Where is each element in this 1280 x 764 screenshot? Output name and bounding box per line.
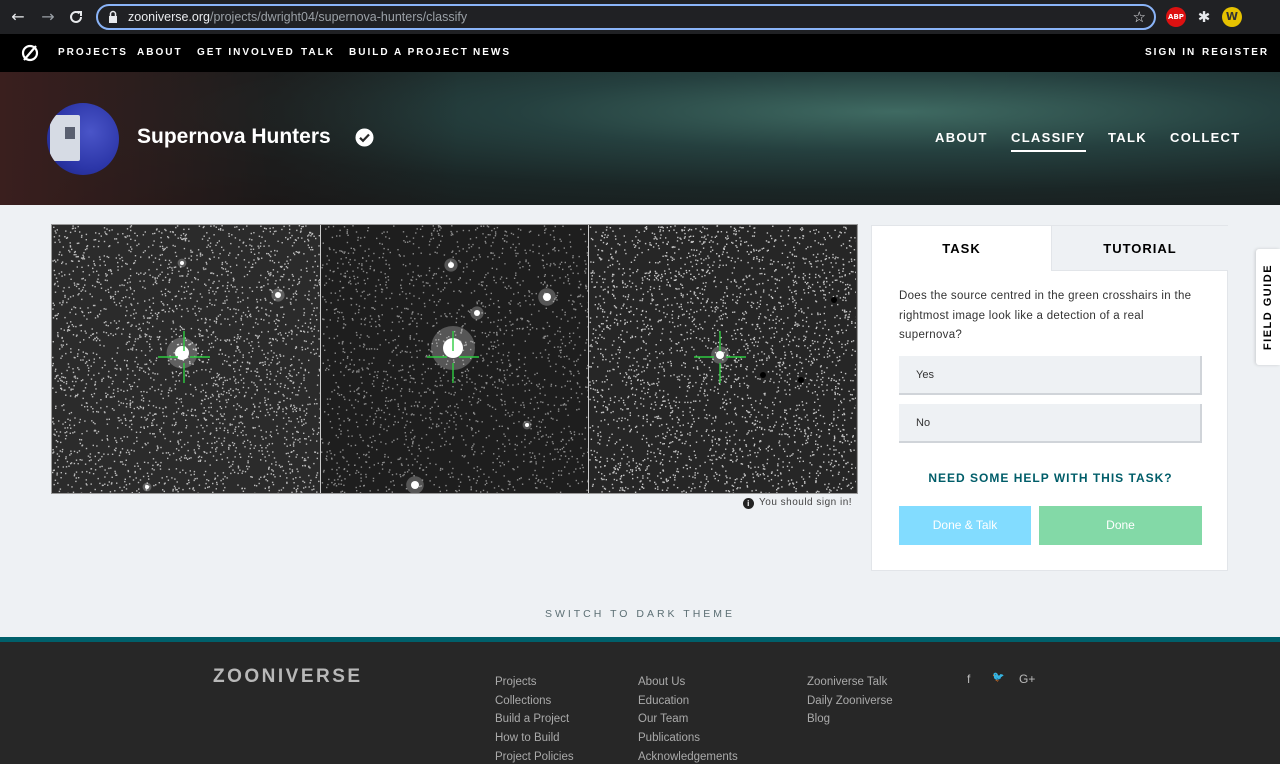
subject-image-new[interactable] [52, 225, 320, 493]
footer-link[interactable]: Daily Zooniverse [807, 692, 893, 711]
subject-image-reference[interactable] [320, 225, 588, 493]
nav-news[interactable]: NEWS [473, 47, 511, 58]
project-avatar[interactable] [47, 103, 119, 175]
subject-image-new-svg [52, 225, 320, 493]
nav-about[interactable]: ABOUT [137, 47, 183, 58]
field-guide-label: FIELD GUIDE [1262, 263, 1274, 351]
register-link[interactable]: REGISTER [1202, 47, 1269, 58]
subject-image-difference[interactable] [588, 225, 856, 493]
footer-link[interactable]: Build a Project [495, 710, 574, 729]
nav-projects[interactable]: PROJECTS [58, 47, 128, 58]
twitter-icon[interactable]: 🐦 [992, 672, 1004, 683]
footer-link[interactable]: About Us [638, 673, 738, 692]
zooniverse-logo-icon[interactable] [20, 43, 40, 63]
address-bar[interactable]: zooniverse.org/projects/dwright04/supern… [96, 4, 1156, 30]
browser-toolbar: ← → zooniverse.org/projects/dwright04/su… [0, 0, 1280, 34]
reload-icon[interactable] [66, 7, 86, 27]
footer-link[interactable]: Collections [495, 692, 574, 711]
subject-image-reference-svg [321, 225, 588, 493]
sign-in-link[interactable]: SIGN IN [1145, 47, 1196, 58]
footer-column-about: About Us Education Our Team Publications… [638, 673, 738, 764]
nav-build-a-project[interactable]: BUILD A PROJECT [349, 47, 469, 58]
footer-link[interactable]: How to Build [495, 729, 574, 748]
tab-task[interactable]: TASK [872, 226, 1051, 271]
project-nav-about[interactable]: ABOUT [935, 130, 988, 145]
footer-link[interactable]: Projects [495, 673, 574, 692]
project-nav-collect[interactable]: COLLECT [1170, 130, 1240, 145]
forward-icon[interactable]: → [38, 7, 58, 27]
adblock-extension-icon[interactable]: ABP [1166, 7, 1186, 27]
w-extension-icon[interactable]: W [1222, 7, 1242, 27]
done-and-talk-button[interactable]: Done & Talk [899, 506, 1031, 545]
answer-yes-button[interactable]: Yes [899, 356, 1202, 395]
url-text: zooniverse.org/projects/dwright04/supern… [128, 10, 468, 24]
facebook-icon[interactable]: f [967, 672, 970, 686]
site-nav: PROJECTS ABOUT GET INVOLVED TALK BUILD A… [0, 34, 1280, 72]
field-guide-tab[interactable]: FIELD GUIDE [1256, 249, 1280, 365]
task-help-link[interactable]: NEED SOME HELP WITH THIS TASK? [872, 471, 1229, 485]
footer-link[interactable]: Blog [807, 710, 893, 729]
footer-logo[interactable]: ZOONIVERSE [213, 666, 363, 688]
back-icon[interactable]: ← [8, 7, 28, 27]
footer-link[interactable]: Zooniverse Talk [807, 673, 893, 692]
google-plus-icon[interactable]: G+ [1019, 672, 1035, 686]
lock-icon [109, 10, 117, 23]
tab-tutorial[interactable]: TUTORIAL [1051, 226, 1228, 271]
footer-link[interactable]: Our Team [638, 710, 738, 729]
subject-image-difference-svg [589, 225, 856, 493]
site-footer: ZOONIVERSE Projects Collections Build a … [0, 637, 1280, 764]
project-nav-talk[interactable]: TALK [1108, 130, 1147, 145]
nav-talk[interactable]: TALK [301, 47, 335, 58]
project-title[interactable]: Supernova Hunters [137, 125, 331, 149]
task-panel: TASK TUTORIAL Does the source centred in… [871, 225, 1228, 571]
bookmark-star-icon[interactable]: ☆ [1133, 8, 1146, 26]
footer-link[interactable]: Acknowledgements [638, 748, 738, 764]
sign-in-note: i You should sign in! [743, 497, 852, 509]
footer-link[interactable]: Education [638, 692, 738, 711]
puzzle-extension-icon[interactable]: ✱ [1194, 7, 1214, 27]
project-header: Supernova Hunters ABOUT CLASSIFY TALK CO… [0, 72, 1280, 205]
footer-column-projects: Projects Collections Build a Project How… [495, 673, 574, 764]
switch-theme-button[interactable]: SWITCH TO DARK THEME [0, 608, 1280, 620]
footer-link[interactable]: Publications [638, 729, 738, 748]
verified-badge-icon [355, 128, 374, 147]
answer-no-button[interactable]: No [899, 404, 1202, 443]
footer-link[interactable]: Project Policies [495, 748, 574, 764]
footer-column-talk: Zooniverse Talk Daily Zooniverse Blog [807, 673, 893, 729]
task-question: Does the source centred in the green cro… [899, 290, 1192, 341]
info-icon: i [743, 498, 754, 509]
subject-viewer[interactable] [51, 224, 858, 494]
done-button[interactable]: Done [1039, 506, 1202, 545]
project-nav-classify[interactable]: CLASSIFY [1011, 130, 1086, 152]
nav-get-involved[interactable]: GET INVOLVED [197, 47, 295, 58]
